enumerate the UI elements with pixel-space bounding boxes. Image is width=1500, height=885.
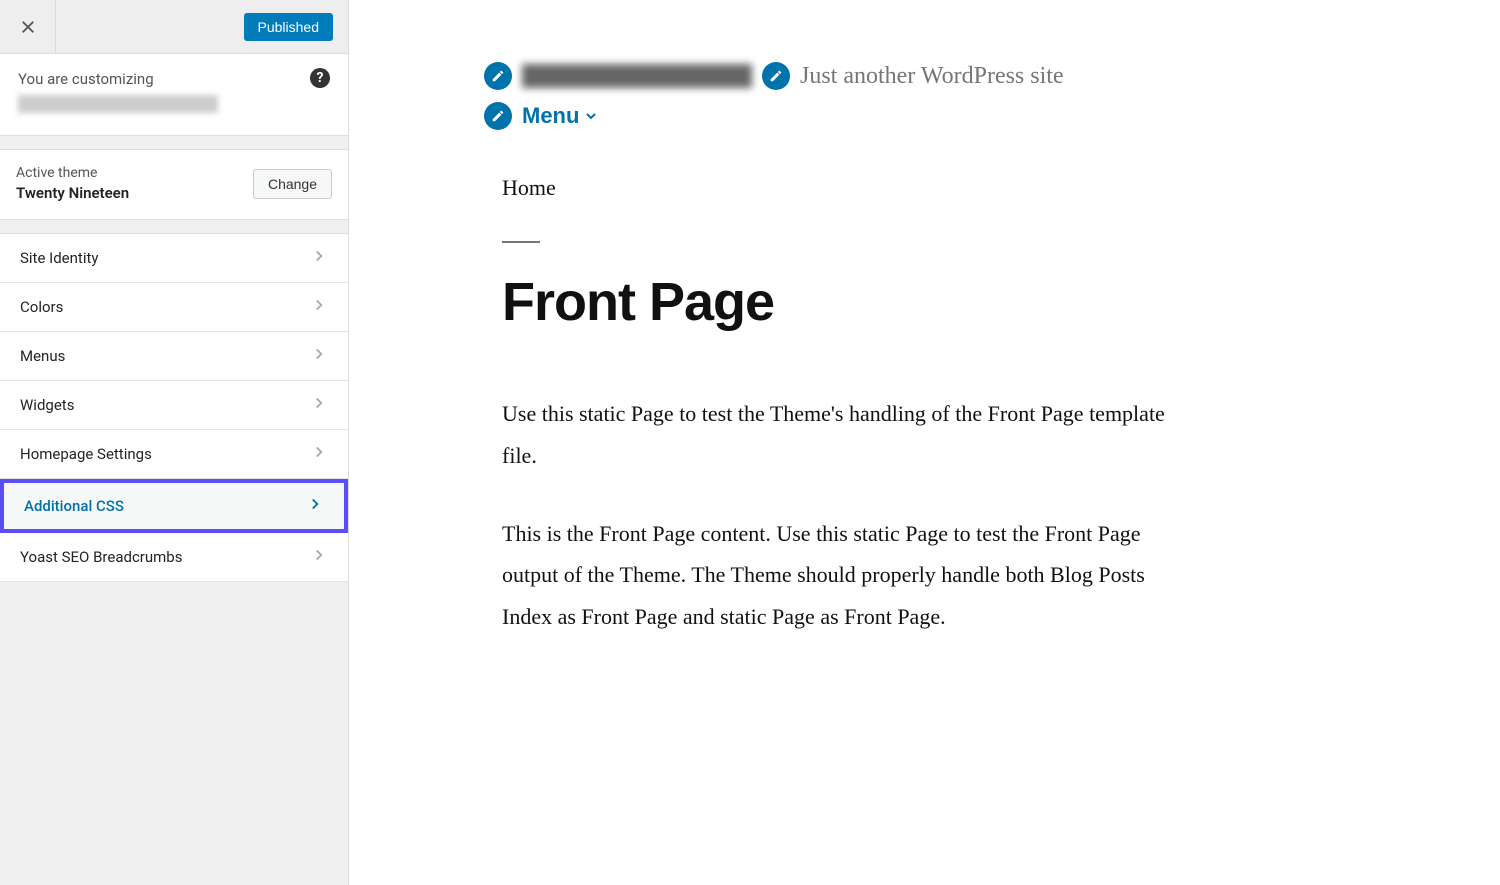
menu-item-site-identity[interactable]: Site Identity [0,234,348,283]
chevron-right-icon [310,247,328,269]
theme-text: Active theme Twenty Nineteen [16,164,129,205]
site-tagline: Just another WordPress site [800,63,1064,90]
menu-item-label: Widgets [20,396,74,414]
chevron-right-icon [310,443,328,465]
menu-item-label: Homepage Settings [20,445,152,463]
chevron-right-icon [310,345,328,367]
edit-site-title-button[interactable] [484,62,512,90]
menu-item-homepage-settings[interactable]: Homepage Settings [0,430,348,479]
close-button[interactable] [0,0,56,54]
edit-tagline-button[interactable] [762,62,790,90]
chevron-right-icon [310,394,328,416]
pencil-icon [491,109,505,123]
preview-header: Just another WordPress site Menu [484,62,1204,130]
site-preview: Just another WordPress site Menu Home Fr… [349,0,1500,885]
pencil-icon [491,69,505,83]
spacer [0,136,348,150]
edit-menu-button[interactable] [484,102,512,130]
customizer-menu-list: Site Identity Colors Menus Widgets Homep… [0,234,348,582]
customizing-info: You are customizing ? [0,54,348,136]
title-divider [502,241,540,243]
menu-label: Menu [522,103,579,129]
chevron-down-icon [583,108,599,124]
site-title-redacted [522,64,752,88]
sidebar-header: Published [0,0,348,54]
help-icon[interactable]: ? [310,68,330,88]
page-title: Front Page [502,271,1204,333]
menu-item-widgets[interactable]: Widgets [0,381,348,430]
customizer-sidebar: Published You are customizing ? Active t… [0,0,349,885]
menu-item-label: Site Identity [20,249,98,267]
customizing-label: You are customizing [18,68,218,91]
page-content: Front Page Use this static Page to test … [484,241,1204,638]
pencil-icon [769,69,783,83]
site-name-redacted [18,95,218,113]
sidebar-empty-area [0,582,348,885]
menu-item-menus[interactable]: Menus [0,332,348,381]
published-button[interactable]: Published [244,13,334,41]
chevron-right-icon [306,495,324,517]
menu-item-label: Menus [20,347,65,365]
menu-item-label: Yoast SEO Breadcrumbs [20,548,182,566]
chevron-right-icon [310,296,328,318]
active-theme-label: Active theme [16,165,97,181]
change-theme-button[interactable]: Change [253,169,332,199]
paragraph: Use this static Page to test the Theme's… [502,393,1182,477]
active-theme-name: Twenty Nineteen [16,184,129,202]
menu-item-additional-css[interactable]: Additional CSS [0,479,348,533]
menu-item-colors[interactable]: Colors [0,283,348,332]
breadcrumb-home[interactable]: Home [502,175,1204,201]
menu-toggle[interactable]: Menu [522,103,599,129]
spacer [0,220,348,234]
menu-item-label: Additional CSS [24,497,124,515]
menu-item-yoast-seo-breadcrumbs[interactable]: Yoast SEO Breadcrumbs [0,533,348,582]
close-icon [19,18,37,36]
paragraph: This is the Front Page content. Use this… [502,513,1182,638]
active-theme-row: Active theme Twenty Nineteen Change [0,150,348,220]
chevron-right-icon [310,546,328,568]
menu-item-label: Colors [20,298,63,316]
